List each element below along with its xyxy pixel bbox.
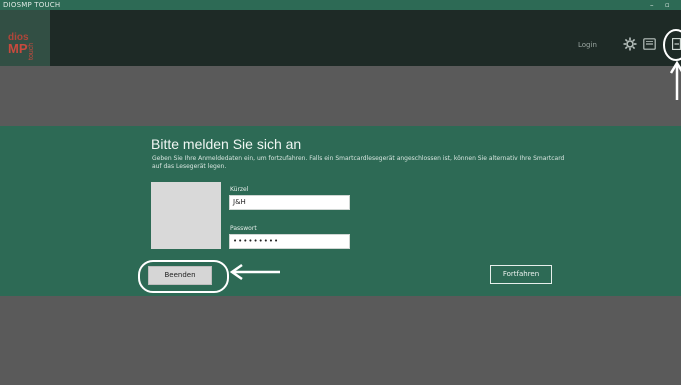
logo-area: dios MP touch — [0, 10, 50, 66]
login-heading: Bitte melden Sie sich an — [151, 136, 302, 152]
user-photo-placeholder — [151, 182, 221, 249]
password-field[interactable]: ••••••••• — [229, 234, 350, 249]
password-label: Passwort — [230, 225, 257, 232]
maximize-button[interactable]: ▫ — [665, 0, 670, 10]
quit-button[interactable]: Beenden — [148, 266, 212, 285]
minimize-button[interactable]: – — [650, 0, 654, 10]
login-panel — [0, 126, 681, 296]
username-label: Kürzel — [230, 186, 249, 193]
app-logo: dios MP touch — [8, 32, 40, 62]
login-link[interactable]: Login — [578, 41, 597, 49]
logo-text-mp: MP — [8, 41, 28, 56]
continue-button[interactable]: Fortfahren — [490, 265, 552, 284]
spacer-band — [0, 66, 681, 126]
keyboard-icon[interactable] — [643, 38, 656, 50]
logo-text-touch: touch — [28, 42, 35, 60]
window-title: DIOSMP TOUCH — [3, 1, 61, 9]
top-bar — [0, 10, 681, 66]
window-titlebar: DIOSMP TOUCH – ▫ — [0, 0, 681, 10]
username-field[interactable]: J&H — [229, 195, 350, 210]
gear-icon[interactable] — [623, 37, 637, 51]
logout-icon[interactable] — [672, 38, 681, 50]
login-description: Geben Sie Ihre Anmeldedaten ein, um fort… — [152, 155, 565, 170]
